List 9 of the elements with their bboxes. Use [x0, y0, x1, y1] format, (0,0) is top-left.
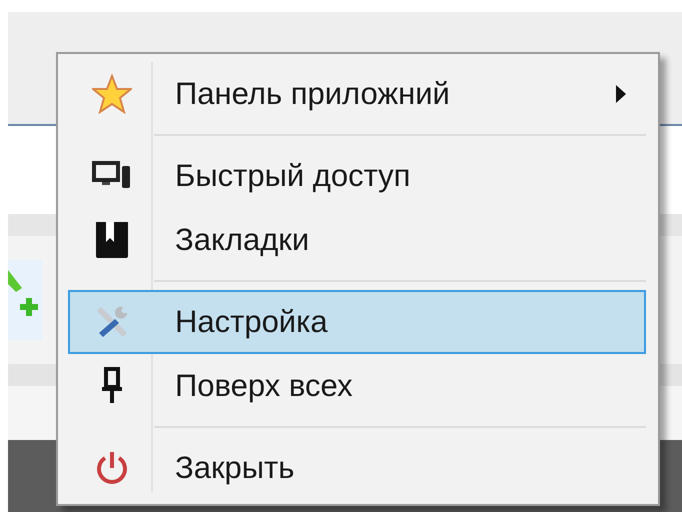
menu-item[interactable]: Закрыть	[68, 436, 646, 500]
menu-item[interactable]: Панель приложний	[68, 62, 646, 126]
menu-item[interactable]: Настройка	[68, 290, 646, 354]
menu-item[interactable]: Закладки	[68, 208, 646, 272]
bookmark-icon	[94, 220, 130, 260]
menu-item[interactable]: Быстрый доступ	[68, 144, 646, 208]
star-icon	[92, 74, 132, 114]
menu-item[interactable]: Поверх всех	[68, 354, 646, 418]
pin-icon	[100, 367, 124, 405]
